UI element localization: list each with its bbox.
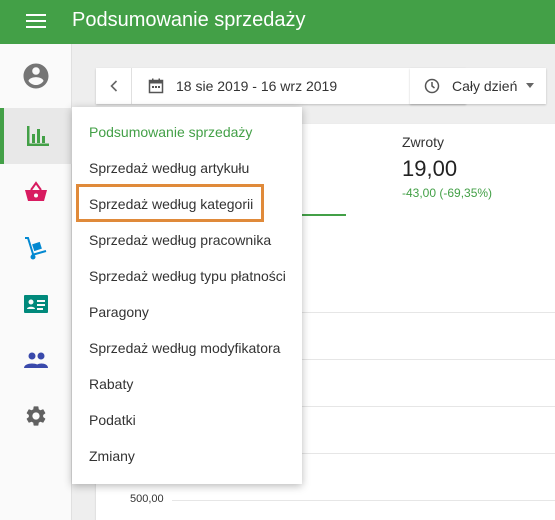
bar-chart-icon [27, 126, 49, 146]
sidebar-item-items[interactable] [0, 164, 72, 220]
menu-item-shifts[interactable]: Zmiany [72, 438, 302, 474]
chevron-down-icon [526, 83, 534, 88]
menu-item-receipts[interactable]: Paragony [72, 294, 302, 330]
time-filter-dropdown[interactable]: Cały dzień [410, 68, 546, 104]
sidebar-item-employees[interactable] [0, 276, 72, 332]
refunds-change: -43,00 (-69,35%) [402, 186, 493, 200]
refunds-metric[interactable]: Zwroty 19,00 -43,00 (-69,35%) [402, 134, 492, 200]
refunds-value: 19,00 [402, 156, 458, 181]
refunds-label: Zwroty [402, 134, 444, 150]
chevron-left-icon [109, 80, 117, 92]
menu-item-sales-by-category[interactable]: Sprzedaż według kategorii [72, 186, 302, 222]
sidebar-item-account[interactable] [0, 48, 72, 104]
hand-truck-icon [25, 237, 47, 260]
menu-item-sales-summary[interactable]: Podsumowanie sprzedaży [72, 114, 302, 150]
menu-item-sales-by-modifier[interactable]: Sprzedaż według modyfikatora [72, 330, 302, 366]
sidebar [0, 44, 72, 520]
menu-item-sales-by-item[interactable]: Sprzedaż według artykułu [72, 150, 302, 186]
menu-item-discounts[interactable]: Rabaty [72, 366, 302, 402]
sidebar-item-inventory[interactable] [0, 220, 72, 276]
report-type-menu: Podsumowanie sprzedaży Sprzedaż według a… [72, 107, 302, 484]
menu-item-sales-by-payment-type[interactable]: Sprzedaż według typu płatności [72, 258, 302, 294]
menu-item-sales-by-employee[interactable]: Sprzedaż według pracownika [72, 222, 302, 258]
previous-period-button[interactable] [96, 68, 132, 104]
sidebar-item-customers[interactable] [0, 332, 72, 388]
date-range-label: 18 sie 2019 - 16 wrz 2019 [176, 78, 338, 94]
sidebar-item-reports[interactable] [0, 108, 72, 164]
account-circle-icon [23, 63, 49, 89]
date-range-button[interactable]: 18 sie 2019 - 16 wrz 2019 [132, 78, 430, 94]
page-title: Podsumowanie sprzedaży [72, 9, 306, 31]
menu-icon[interactable] [26, 13, 46, 29]
time-filter-label: Cały dzień [452, 78, 518, 94]
basket-icon [25, 181, 47, 201]
top-app-bar: Podsumowanie sprzedaży [0, 0, 555, 44]
clock-icon [424, 78, 440, 94]
y-axis-tick: 500,00 [130, 493, 164, 505]
chart-gridline [172, 500, 555, 501]
people-icon [24, 352, 48, 368]
gear-icon [26, 406, 46, 426]
id-card-icon [24, 295, 48, 313]
menu-item-taxes[interactable]: Podatki [72, 402, 302, 438]
sidebar-item-settings[interactable] [0, 388, 72, 444]
calendar-icon [148, 78, 164, 94]
